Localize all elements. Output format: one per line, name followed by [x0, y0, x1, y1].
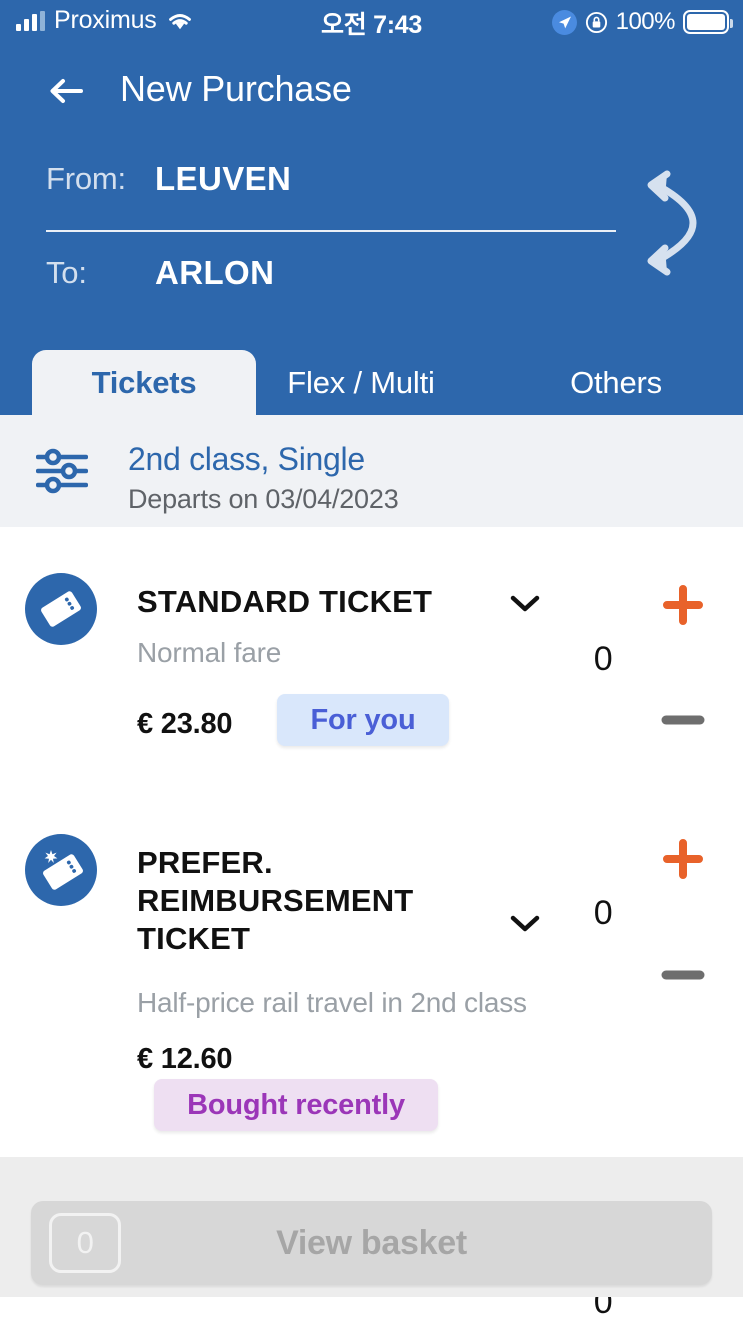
decrease-quantity-button[interactable] — [661, 712, 705, 725]
from-label: From: — [46, 161, 126, 196]
ticket-price: € 12.60 — [137, 1043, 233, 1075]
basket-count-badge: 0 — [49, 1213, 121, 1273]
location-arrow-icon — [551, 9, 577, 35]
rotation-lock-icon — [585, 11, 608, 34]
nav-row: New Purchase — [0, 60, 743, 122]
ticket-name: STANDARD TICKET — [137, 584, 433, 619]
swap-stations-icon[interactable] — [631, 168, 709, 278]
chevron-down-icon[interactable] — [508, 912, 542, 934]
ticket-star-icon — [25, 834, 97, 906]
page-title: New Purchase — [120, 68, 352, 109]
ticket-row[interactable]: PREFER. REIMBURSEMENT TICKET Half-price … — [0, 789, 743, 1131]
battery-percent-label: 100% — [615, 8, 676, 35]
status-bar: Proximus 오전 7:43 100% — [0, 0, 743, 46]
increase-quantity-button[interactable] — [661, 583, 705, 627]
ticket-row[interactable]: STANDARD TICKET Normal fare € 23.80 For … — [0, 527, 743, 789]
ticket-name: PREFER. REIMBURSEMENT TICKET — [137, 845, 414, 956]
back-arrow-icon[interactable] — [45, 70, 87, 112]
ticket-description: Half-price rail travel in 2nd class — [137, 987, 527, 1018]
decrease-quantity-button[interactable] — [661, 967, 705, 980]
ticket-description: Normal fare — [137, 637, 282, 668]
tab-others[interactable]: Others — [521, 350, 711, 415]
filter-bar[interactable]: 2nd class, Single Departs on 03/04/2023 — [0, 415, 743, 527]
to-label: To: — [46, 255, 87, 290]
chevron-down-icon[interactable] — [508, 592, 542, 614]
quantity-value: 0 — [593, 640, 613, 678]
app-root: Proximus 오전 7:43 100% New Purchase From:… — [0, 0, 743, 1322]
filter-title: 2nd class, Single — [128, 441, 365, 477]
status-bar-right: 100% — [551, 8, 733, 36]
od-divider — [46, 230, 616, 232]
ticket-list: STANDARD TICKET Normal fare € 23.80 For … — [0, 527, 743, 1157]
ticket-price: € 23.80 — [137, 708, 233, 740]
filter-subtitle: Departs on 03/04/2023 — [128, 484, 399, 514]
view-basket-button[interactable]: 0 View basket — [31, 1201, 712, 1285]
filter-texts: 2nd class, Single Departs on 03/04/2023 — [128, 439, 399, 517]
battery-icon — [683, 10, 733, 34]
tab-bar: Tickets Flex / Multi Others — [0, 350, 743, 415]
bottom-bar: 0 View basket — [0, 1157, 743, 1297]
status-badge: Bought recently — [154, 1079, 438, 1131]
to-value: ARLON — [155, 254, 275, 291]
increase-quantity-button[interactable] — [661, 837, 705, 881]
from-value: LEUVEN — [155, 160, 292, 197]
view-basket-label: View basket — [276, 1223, 467, 1262]
sliders-icon — [35, 448, 89, 494]
tab-flex-multi[interactable]: Flex / Multi — [256, 350, 466, 415]
quantity-value: 0 — [593, 894, 613, 932]
app-header: Proximus 오전 7:43 100% New Purchase From:… — [0, 0, 743, 415]
ticket-icon — [25, 573, 97, 645]
status-badge: For you — [277, 694, 449, 746]
tab-tickets[interactable]: Tickets — [32, 350, 256, 415]
